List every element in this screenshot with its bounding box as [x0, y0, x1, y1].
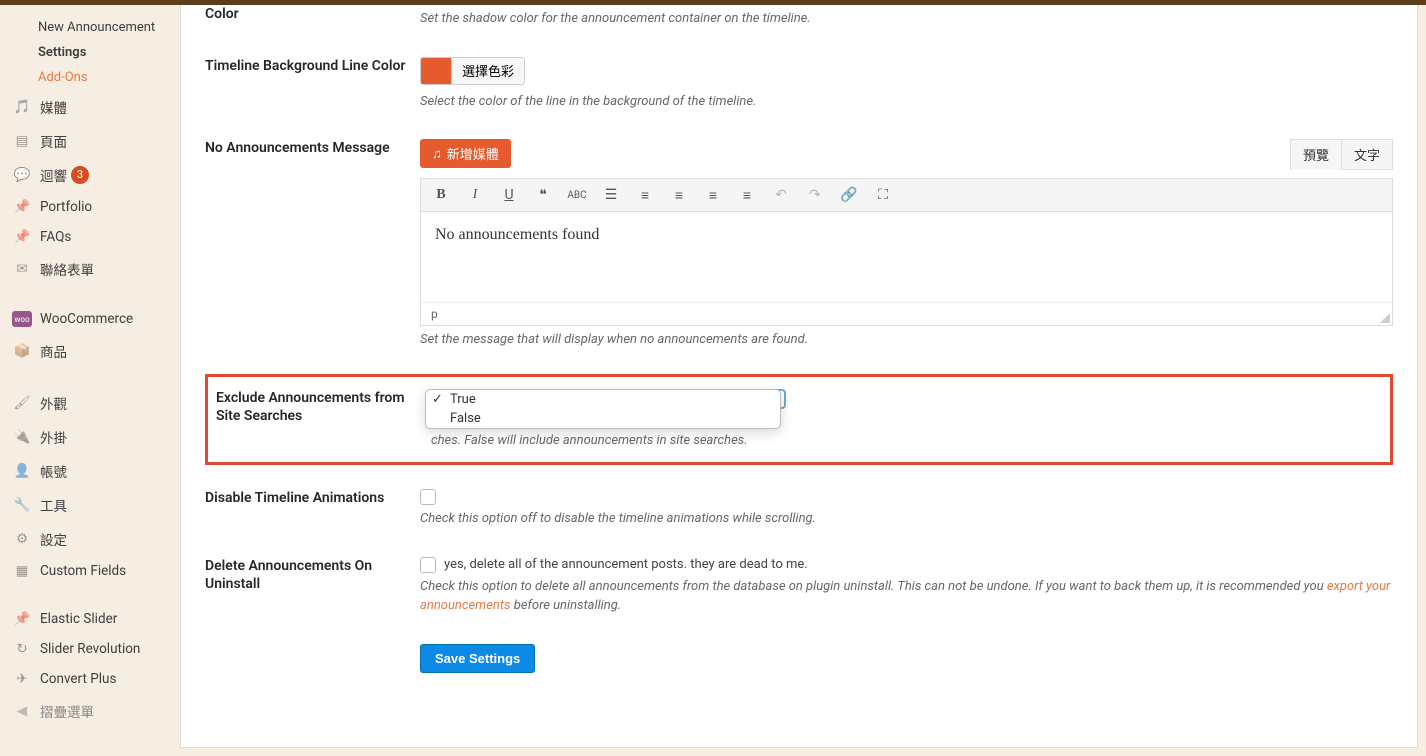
sidebar: New Announcement Settings Add-Ons 🎵媒體 ▤頁…: [0, 5, 180, 756]
ul-icon[interactable]: ☰: [601, 185, 621, 205]
help-shadow-color: Set the shadow color for the announcemen…: [420, 9, 1393, 29]
tab-visual[interactable]: 預覽: [1290, 139, 1342, 170]
option-true[interactable]: True: [426, 390, 780, 409]
help-disable-anim: Check this option off to disable the tim…: [420, 509, 1393, 529]
resize-handle[interactable]: [1380, 313, 1390, 323]
sidebar-item-contact[interactable]: ✉聯絡表單: [0, 252, 180, 286]
sidebar-sub-addons[interactable]: Add-Ons: [0, 65, 180, 90]
editor-content[interactable]: No announcements found: [421, 212, 1392, 302]
sidebar-sub-settings[interactable]: Settings: [0, 40, 180, 65]
sidebar-item-slider-revolution[interactable]: ↻Slider Revolution: [0, 634, 180, 664]
envelope-icon: ✉: [12, 261, 32, 277]
delete-checkbox-label: yes, delete all of the announcement post…: [444, 557, 808, 572]
row-label-disable-anim: Disable Timeline Animations: [205, 489, 420, 507]
sidebar-item-portfolio[interactable]: 📌Portfolio: [0, 192, 180, 222]
refresh-icon: ↻: [12, 641, 32, 657]
sidebar-item-comments[interactable]: 💬迴響3: [0, 158, 180, 192]
grid-icon: ▦: [12, 563, 32, 579]
settings-form: Color Set the shadow color for the annou…: [180, 5, 1418, 748]
editor-status: p: [421, 302, 1392, 325]
link-icon[interactable]: 🔗: [839, 185, 859, 205]
editor-toolbar: B I U ❝ ABC ☰ ≡ ≡ ≡ ≡ ↶ ↷ 🔗 ⛶: [421, 179, 1392, 212]
page-icon: ▤: [12, 133, 32, 149]
italic-icon[interactable]: I: [465, 185, 485, 205]
sidebar-item-users[interactable]: 👤帳號: [0, 454, 180, 488]
color-picker[interactable]: 選擇色彩: [420, 57, 525, 85]
color-swatch: [421, 58, 451, 84]
sidebar-item-media[interactable]: 🎵媒體: [0, 90, 180, 124]
align-right-icon[interactable]: ≡: [737, 185, 757, 205]
sidebar-item-pages[interactable]: ▤頁面: [0, 124, 180, 158]
row-label-delete: Delete Announcements On Uninstall: [205, 557, 420, 593]
media-icon: ♫: [432, 146, 442, 161]
sidebar-item-products[interactable]: 📦商品: [0, 334, 180, 368]
help-no-ann: Set the message that will display when n…: [420, 330, 1393, 350]
bold-icon[interactable]: B: [431, 185, 451, 205]
row-label-no-ann: No Announcements Message: [205, 139, 420, 157]
highlighted-setting-row: Exclude Announcements from Site Searches…: [205, 374, 1393, 466]
pin-icon: 📌: [12, 199, 32, 215]
editor: B I U ❝ ABC ☰ ≡ ≡ ≡ ≡ ↶ ↷ 🔗 ⛶: [420, 178, 1393, 326]
sidebar-item-elastic-slider[interactable]: 📌Elastic Slider: [0, 604, 180, 634]
sidebar-item-convert-plus[interactable]: ✈Convert Plus: [0, 664, 180, 694]
sidebar-item-custom-fields[interactable]: ▦Custom Fields: [0, 556, 180, 586]
wrench-icon: 🔧: [12, 497, 32, 513]
fullscreen-icon[interactable]: ⛶: [873, 185, 893, 205]
align-left-icon[interactable]: ≡: [669, 185, 689, 205]
user-icon: 👤: [12, 463, 32, 479]
comment-icon: 💬: [12, 167, 32, 183]
sidebar-item-woocommerce[interactable]: wooWooCommerce: [0, 304, 180, 334]
media-icon: 🎵: [12, 99, 32, 115]
sidebar-item-tools[interactable]: 🔧工具: [0, 488, 180, 522]
collapse-icon: ◀: [12, 703, 32, 719]
pin-icon: 📌: [12, 229, 32, 245]
row-label-bg-line: Timeline Background Line Color: [205, 57, 420, 75]
row-label-exclude: Exclude Announcements from Site Searches: [216, 389, 431, 451]
pin-icon: 📌: [12, 611, 32, 627]
strike-icon[interactable]: ABC: [567, 185, 587, 205]
sidebar-item-faqs[interactable]: 📌FAQs: [0, 222, 180, 252]
sidebar-item-plugins[interactable]: 🔌外掛: [0, 420, 180, 454]
add-media-button[interactable]: ♫新增媒體: [420, 139, 511, 168]
help-bg-line: Select the color of the line in the back…: [420, 92, 1393, 112]
help-exclude: ches. False will include announcements i…: [431, 431, 1382, 451]
sliders-icon: ⚙: [12, 531, 32, 547]
sidebar-sub-new-announcement[interactable]: New Announcement: [0, 15, 180, 40]
row-label-shadow-color: Color: [205, 5, 420, 23]
underline-icon[interactable]: U: [499, 185, 519, 205]
delete-checkbox[interactable]: [420, 557, 436, 573]
ol-icon[interactable]: ≡: [635, 185, 655, 205]
option-false[interactable]: False: [426, 409, 780, 428]
editor-tabs: 預覽 文字: [1291, 139, 1393, 170]
tab-text[interactable]: 文字: [1341, 139, 1393, 170]
disable-anim-checkbox[interactable]: [420, 489, 436, 505]
comment-count-badge: 3: [71, 166, 89, 184]
sidebar-item-appearance[interactable]: 🖌外觀: [0, 386, 180, 420]
woo-icon: woo: [12, 311, 32, 327]
undo-icon[interactable]: ↶: [771, 185, 791, 205]
redo-icon[interactable]: ↷: [805, 185, 825, 205]
sidebar-item-settings[interactable]: ⚙設定: [0, 522, 180, 556]
select-color-button[interactable]: 選擇色彩: [451, 58, 524, 84]
plug-icon: 🔌: [12, 429, 32, 445]
brush-icon: 🖌: [12, 395, 32, 411]
quote-icon[interactable]: ❝: [533, 185, 553, 205]
send-icon: ✈: [12, 671, 32, 687]
package-icon: 📦: [12, 343, 32, 359]
select-dropdown: True False: [425, 389, 781, 429]
help-delete: Check this option to delete all announce…: [420, 577, 1393, 616]
save-settings-button[interactable]: Save Settings: [420, 644, 535, 673]
sidebar-item-collapse[interactable]: ◀摺疊選單: [0, 694, 180, 728]
align-center-icon[interactable]: ≡: [703, 185, 723, 205]
